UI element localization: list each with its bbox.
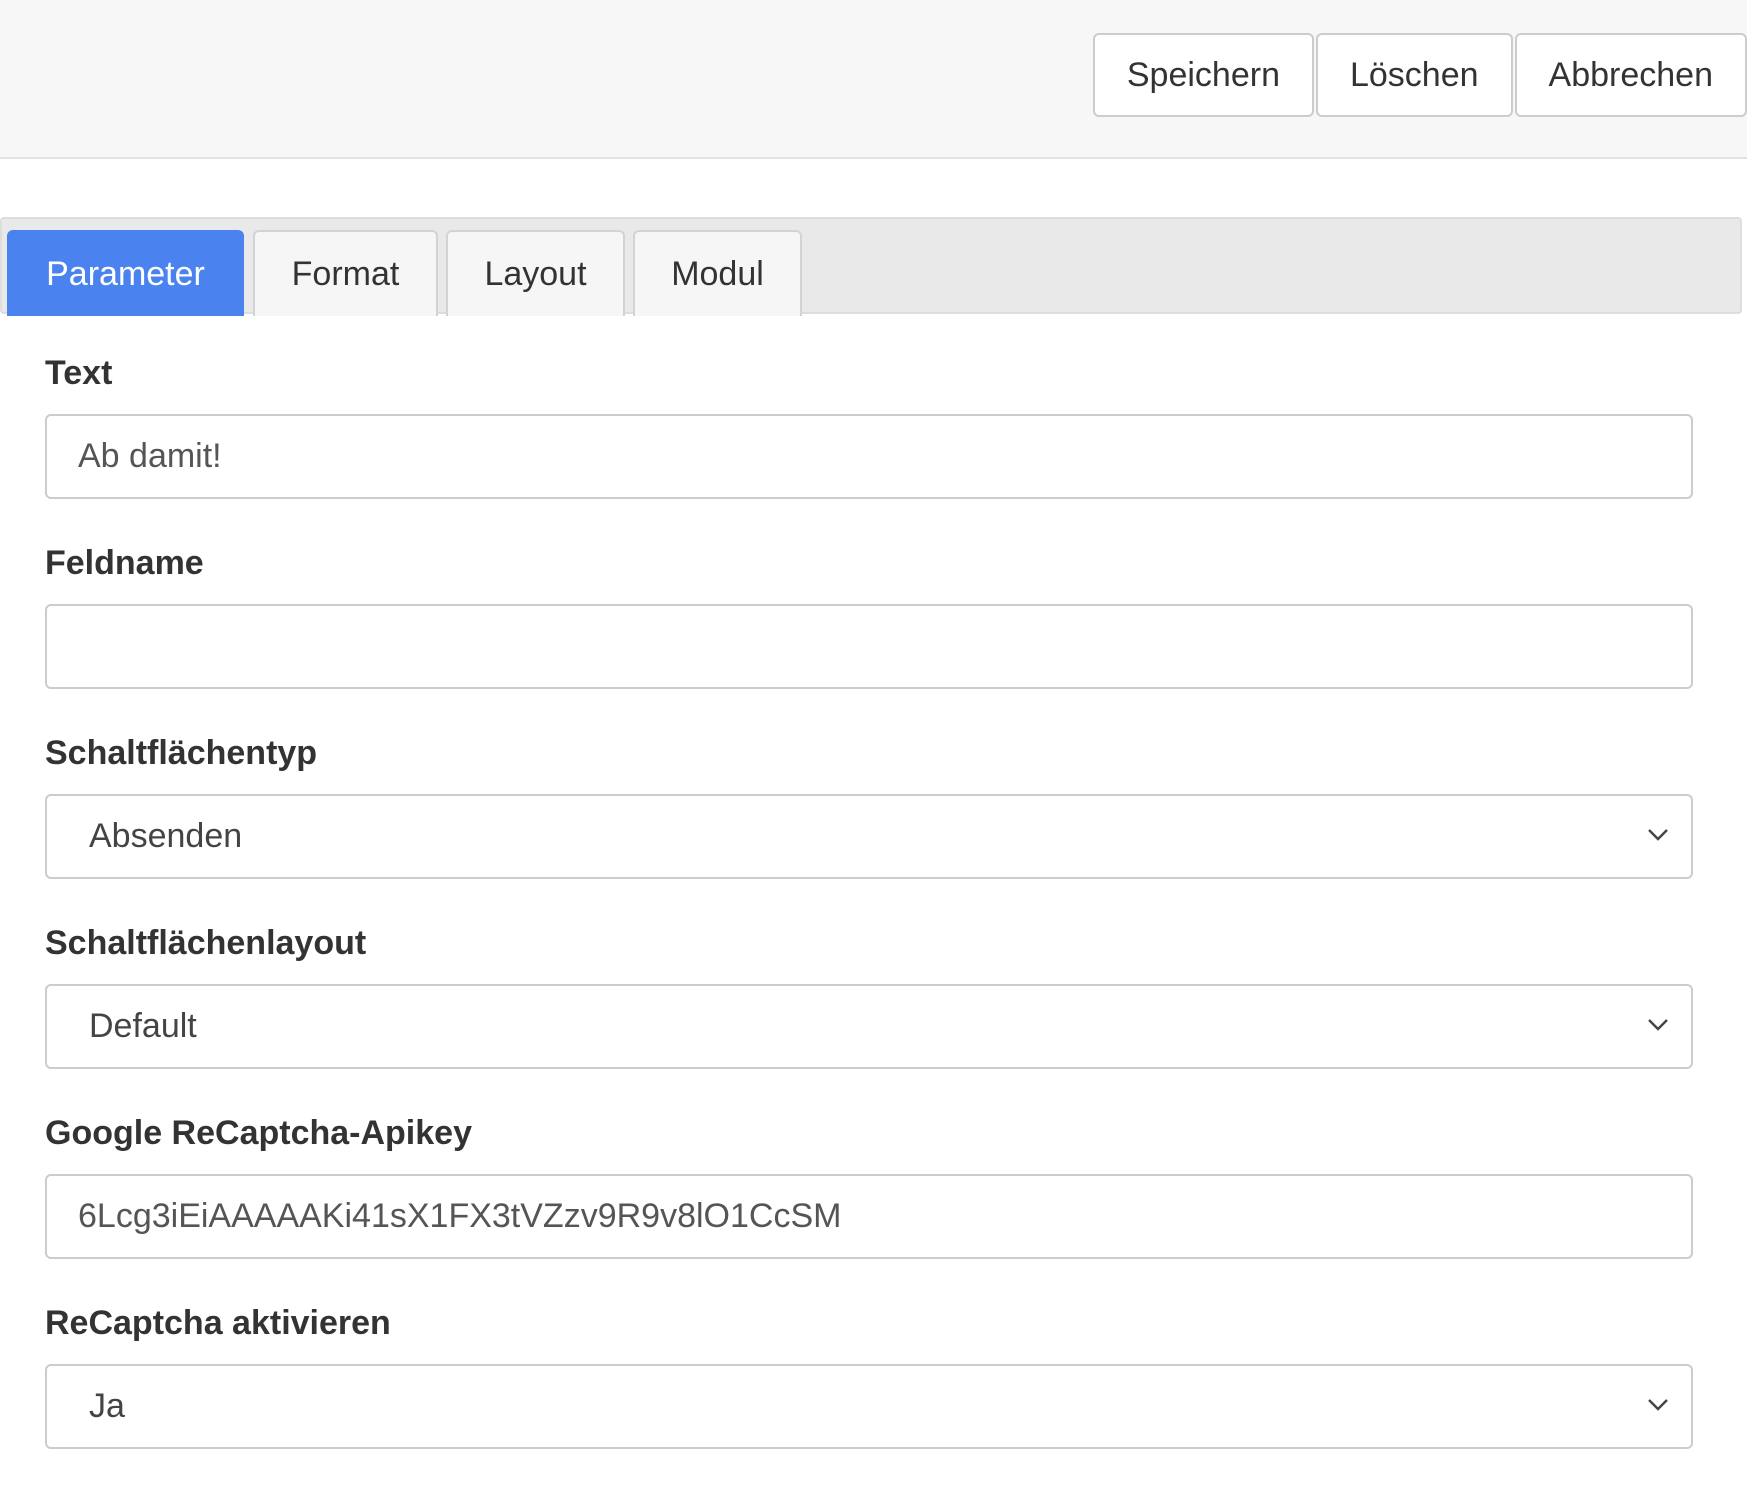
chevron-down-icon (1648, 1018, 1668, 1031)
feldname-label: Feldname (45, 544, 204, 582)
chevron-down-icon (1648, 1398, 1668, 1411)
tab-parameter[interactable]: Parameter (7, 230, 244, 316)
toolbar-button-group: Speichern Löschen Abbrechen (1092, 33, 1747, 117)
recaptcha-apikey-label: Google ReCaptcha-Apikey (45, 1114, 472, 1152)
text-label: Text (45, 354, 113, 392)
chevron-down-icon (1648, 828, 1668, 841)
delete-button[interactable]: Löschen (1315, 33, 1513, 117)
field-text: Text Ab damit! (45, 352, 1693, 499)
tab-layout[interactable]: Layout (446, 230, 625, 316)
text-input[interactable]: Ab damit! (45, 414, 1693, 499)
tab-modul[interactable]: Modul (633, 230, 802, 316)
schaltflaechentyp-select[interactable]: Absenden (45, 794, 1693, 879)
field-schaltflaechentyp: Schaltflächentyp Absenden (45, 732, 1693, 879)
tab-bar: Parameter Format Layout Modul (0, 217, 1742, 316)
recaptcha-aktivieren-label: ReCaptcha aktivieren (45, 1304, 391, 1342)
field-feldname: Feldname (45, 542, 1693, 689)
parameter-form: Text Ab damit! Feldname Schaltflächentyp… (45, 352, 1693, 1492)
schaltflaechenlayout-label: Schaltflächenlayout (45, 924, 367, 962)
top-toolbar: Speichern Löschen Abbrechen (0, 0, 1747, 159)
schaltflaechenlayout-value: Default (89, 1007, 197, 1045)
recaptcha-aktivieren-select[interactable]: Ja (45, 1364, 1693, 1449)
schaltflaechentyp-value: Absenden (89, 817, 243, 855)
schaltflaechentyp-label: Schaltflächentyp (45, 734, 318, 772)
tab-format[interactable]: Format (253, 230, 438, 316)
field-recaptcha-apikey: Google ReCaptcha-Apikey 6Lcg3iEiAAAAAKi4… (45, 1112, 1693, 1259)
feldname-input[interactable] (45, 604, 1693, 689)
field-schaltflaechenlayout: Schaltflächenlayout Default (45, 922, 1693, 1069)
recaptcha-apikey-input[interactable]: 6Lcg3iEiAAAAAKi41sX1FX3tVZzv9R9v8lO1CcSM (45, 1174, 1693, 1259)
save-button[interactable]: Speichern (1092, 33, 1314, 117)
cancel-button[interactable]: Abbrechen (1514, 33, 1747, 117)
field-recaptcha-aktivieren: ReCaptcha aktivieren Ja (45, 1302, 1693, 1449)
schaltflaechenlayout-select[interactable]: Default (45, 984, 1693, 1069)
recaptcha-aktivieren-value: Ja (89, 1387, 125, 1425)
